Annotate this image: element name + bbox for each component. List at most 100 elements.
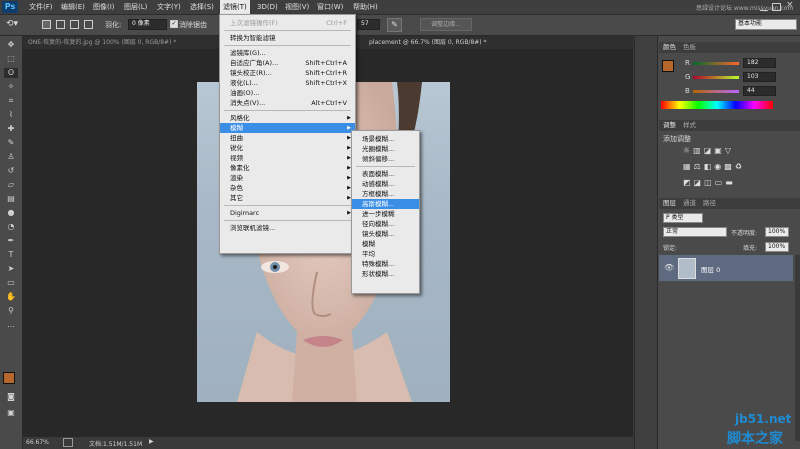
- filter-menu-item[interactable]: 像素化 ▶: [220, 163, 355, 173]
- blur-submenu-item[interactable]: 倾斜偏移...: [352, 154, 419, 164]
- intersect-selection-icon[interactable]: [84, 20, 93, 29]
- blue-slider[interactable]: [693, 90, 739, 93]
- adjustment-icons-row-3[interactable]: ◩◪◫▭▬: [683, 178, 736, 187]
- green-slider[interactable]: [693, 76, 739, 79]
- tab-styles[interactable]: 样式: [683, 120, 696, 131]
- menu-filter[interactable]: 滤镜(T): [220, 0, 250, 14]
- hand-tool-icon[interactable]: ✋: [4, 292, 18, 302]
- menu-select[interactable]: 选择(S): [187, 0, 217, 14]
- tab-color[interactable]: 颜色: [663, 42, 676, 53]
- color-spectrum-bar[interactable]: [661, 101, 773, 109]
- path-select-tool-icon[interactable]: ➤: [4, 264, 18, 274]
- tab-adjustments[interactable]: 调整: [663, 120, 676, 131]
- blur-submenu-item[interactable]: 表面模糊...: [352, 169, 419, 179]
- green-value[interactable]: 103: [743, 72, 776, 82]
- screen-mode-icon[interactable]: ▣: [4, 408, 18, 418]
- filter-menu-item[interactable]: 扭曲 ▶: [220, 133, 355, 143]
- menu-edit[interactable]: 编辑(E): [58, 0, 88, 14]
- filter-menu-item[interactable]: 杂色 ▶: [220, 183, 355, 193]
- filter-menu-item[interactable]: 油画(O)...: [220, 88, 355, 98]
- blur-submenu-item[interactable]: 光圈模糊...: [352, 144, 419, 154]
- foreground-color-swatch[interactable]: [3, 372, 15, 384]
- menu-help[interactable]: 帮助(H): [350, 0, 381, 14]
- opacity-input[interactable]: 100%: [765, 227, 789, 237]
- zoom-level[interactable]: 66.67%: [26, 439, 49, 446]
- menu-file[interactable]: 文件(F): [26, 0, 56, 14]
- blur-submenu-item[interactable]: 径向模糊...: [352, 219, 419, 229]
- history-brush-tool-icon[interactable]: ↺: [4, 166, 18, 176]
- crop-tool-icon[interactable]: ⌗: [4, 96, 18, 106]
- menu-3d[interactable]: 3D(D): [254, 0, 281, 14]
- pen-pressure-icon[interactable]: ✎: [387, 18, 402, 32]
- layer-row[interactable]: 👁 图层 0: [659, 255, 793, 281]
- document-tab-1[interactable]: ONE-恢复的-恢复的.jpg @ 100% (图层 0, RGB/8#) *: [28, 37, 176, 48]
- brush-tool-icon[interactable]: ✎: [4, 138, 18, 148]
- blur-tool-icon[interactable]: ●: [4, 208, 18, 218]
- more-tools-icon[interactable]: …: [4, 320, 18, 330]
- filter-menu-item[interactable]: 转换为智能滤镜: [220, 33, 355, 43]
- layer-name[interactable]: 图层 0: [701, 264, 720, 274]
- visibility-eye-icon[interactable]: 👁: [664, 263, 674, 272]
- blend-mode-select[interactable]: 正常: [663, 227, 727, 237]
- maximize-icon[interactable]: [772, 3, 781, 11]
- minimize-icon[interactable]: [760, 3, 768, 11]
- red-slider[interactable]: [693, 62, 739, 65]
- filter-menu-item[interactable]: 浏览联机滤镜...: [220, 223, 355, 233]
- feather-input[interactable]: 0 像素: [128, 19, 167, 30]
- blur-submenu-item[interactable]: 特殊模糊...: [352, 259, 419, 269]
- move-tool-icon[interactable]: ✥: [4, 40, 18, 50]
- zoom-tool-icon[interactable]: ⚲: [4, 306, 18, 316]
- status-info-icon[interactable]: [63, 438, 73, 447]
- lasso-tool-icon[interactable]: ʘ: [4, 68, 18, 78]
- pen-tool-icon[interactable]: ✒: [4, 236, 18, 246]
- blur-submenu-item[interactable]: 场景模糊...: [352, 134, 419, 144]
- layers-scrollbar[interactable]: [795, 255, 800, 441]
- blur-submenu-item[interactable]: 高斯模糊...: [352, 199, 419, 209]
- close-icon[interactable]: ×: [786, 0, 794, 10]
- filter-menu-item[interactable]: 镜头校正(R)... Shift+Ctrl+R: [220, 68, 355, 78]
- red-value[interactable]: 182: [743, 58, 776, 68]
- type-tool-icon[interactable]: T: [4, 250, 18, 260]
- filter-menu-item[interactable]: 视频 ▶: [220, 153, 355, 163]
- quick-select-tool-icon[interactable]: ✧: [4, 82, 18, 92]
- filter-menu-item[interactable]: 渲染 ▶: [220, 173, 355, 183]
- dodge-tool-icon[interactable]: ◔: [4, 222, 18, 232]
- subtract-selection-icon[interactable]: [70, 20, 79, 29]
- filter-menu-item[interactable]: 滤镜库(G)...: [220, 48, 355, 58]
- marquee-tool-icon[interactable]: ⬚: [4, 54, 18, 64]
- eraser-tool-icon[interactable]: ▱: [4, 180, 18, 190]
- blur-submenu-item[interactable]: 镜头模糊...: [352, 229, 419, 239]
- shape-tool-icon[interactable]: ▭: [4, 278, 18, 288]
- status-menu-arrow-icon[interactable]: ▶: [149, 438, 154, 445]
- filter-menu-item[interactable]: 锐化 ▶: [220, 143, 355, 153]
- antialias-checkbox[interactable]: ✓: [170, 20, 178, 28]
- layer-filter-select[interactable]: P 类型: [663, 213, 703, 223]
- filter-menu-item[interactable]: 液化(L)... Shift+Ctrl+X: [220, 78, 355, 88]
- tab-swatches[interactable]: 色板: [683, 42, 696, 53]
- blur-submenu-item[interactable]: 形状模糊...: [352, 269, 419, 279]
- color-foreground-swatch[interactable]: [662, 60, 674, 72]
- tab-channels[interactable]: 通道: [683, 198, 696, 209]
- document-tab-2[interactable]: placement @ 66.7% (图层 0, RGB/8#) *: [369, 37, 487, 48]
- filter-menu-item[interactable]: Digimarc ▶: [220, 208, 355, 218]
- adjustment-icons-row-1[interactable]: ☼▥◪▣▽: [683, 146, 734, 155]
- quick-mask-icon[interactable]: ◙: [4, 392, 18, 402]
- menu-type[interactable]: 文字(Y): [154, 0, 184, 14]
- menu-window[interactable]: 窗口(W): [314, 0, 346, 14]
- menu-view[interactable]: 视图(V): [282, 0, 312, 14]
- refine-edge-button[interactable]: 调整边缘...: [420, 18, 472, 31]
- blur-submenu-item[interactable]: 方框模糊...: [352, 189, 419, 199]
- blur-submenu-item[interactable]: 模糊: [352, 239, 419, 249]
- blur-submenu-item[interactable]: 动感模糊...: [352, 179, 419, 189]
- tab-layers[interactable]: 图层: [663, 198, 676, 209]
- filter-menu-item[interactable]: 风格化 ▶: [220, 113, 355, 123]
- stamp-tool-icon[interactable]: ♙: [4, 152, 18, 162]
- gradient-tool-icon[interactable]: ▤: [4, 194, 18, 204]
- blur-submenu-item[interactable]: 进一步模糊: [352, 209, 419, 219]
- healing-tool-icon[interactable]: ✚: [4, 124, 18, 134]
- lasso-preset-icon[interactable]: ⟲▾: [6, 19, 18, 29]
- workspace-select[interactable]: 基本功能: [735, 19, 797, 30]
- filter-menu-item[interactable]: 模糊 ▶: [220, 123, 355, 133]
- tab-paths[interactable]: 路径: [703, 198, 716, 209]
- new-selection-icon[interactable]: [42, 20, 51, 29]
